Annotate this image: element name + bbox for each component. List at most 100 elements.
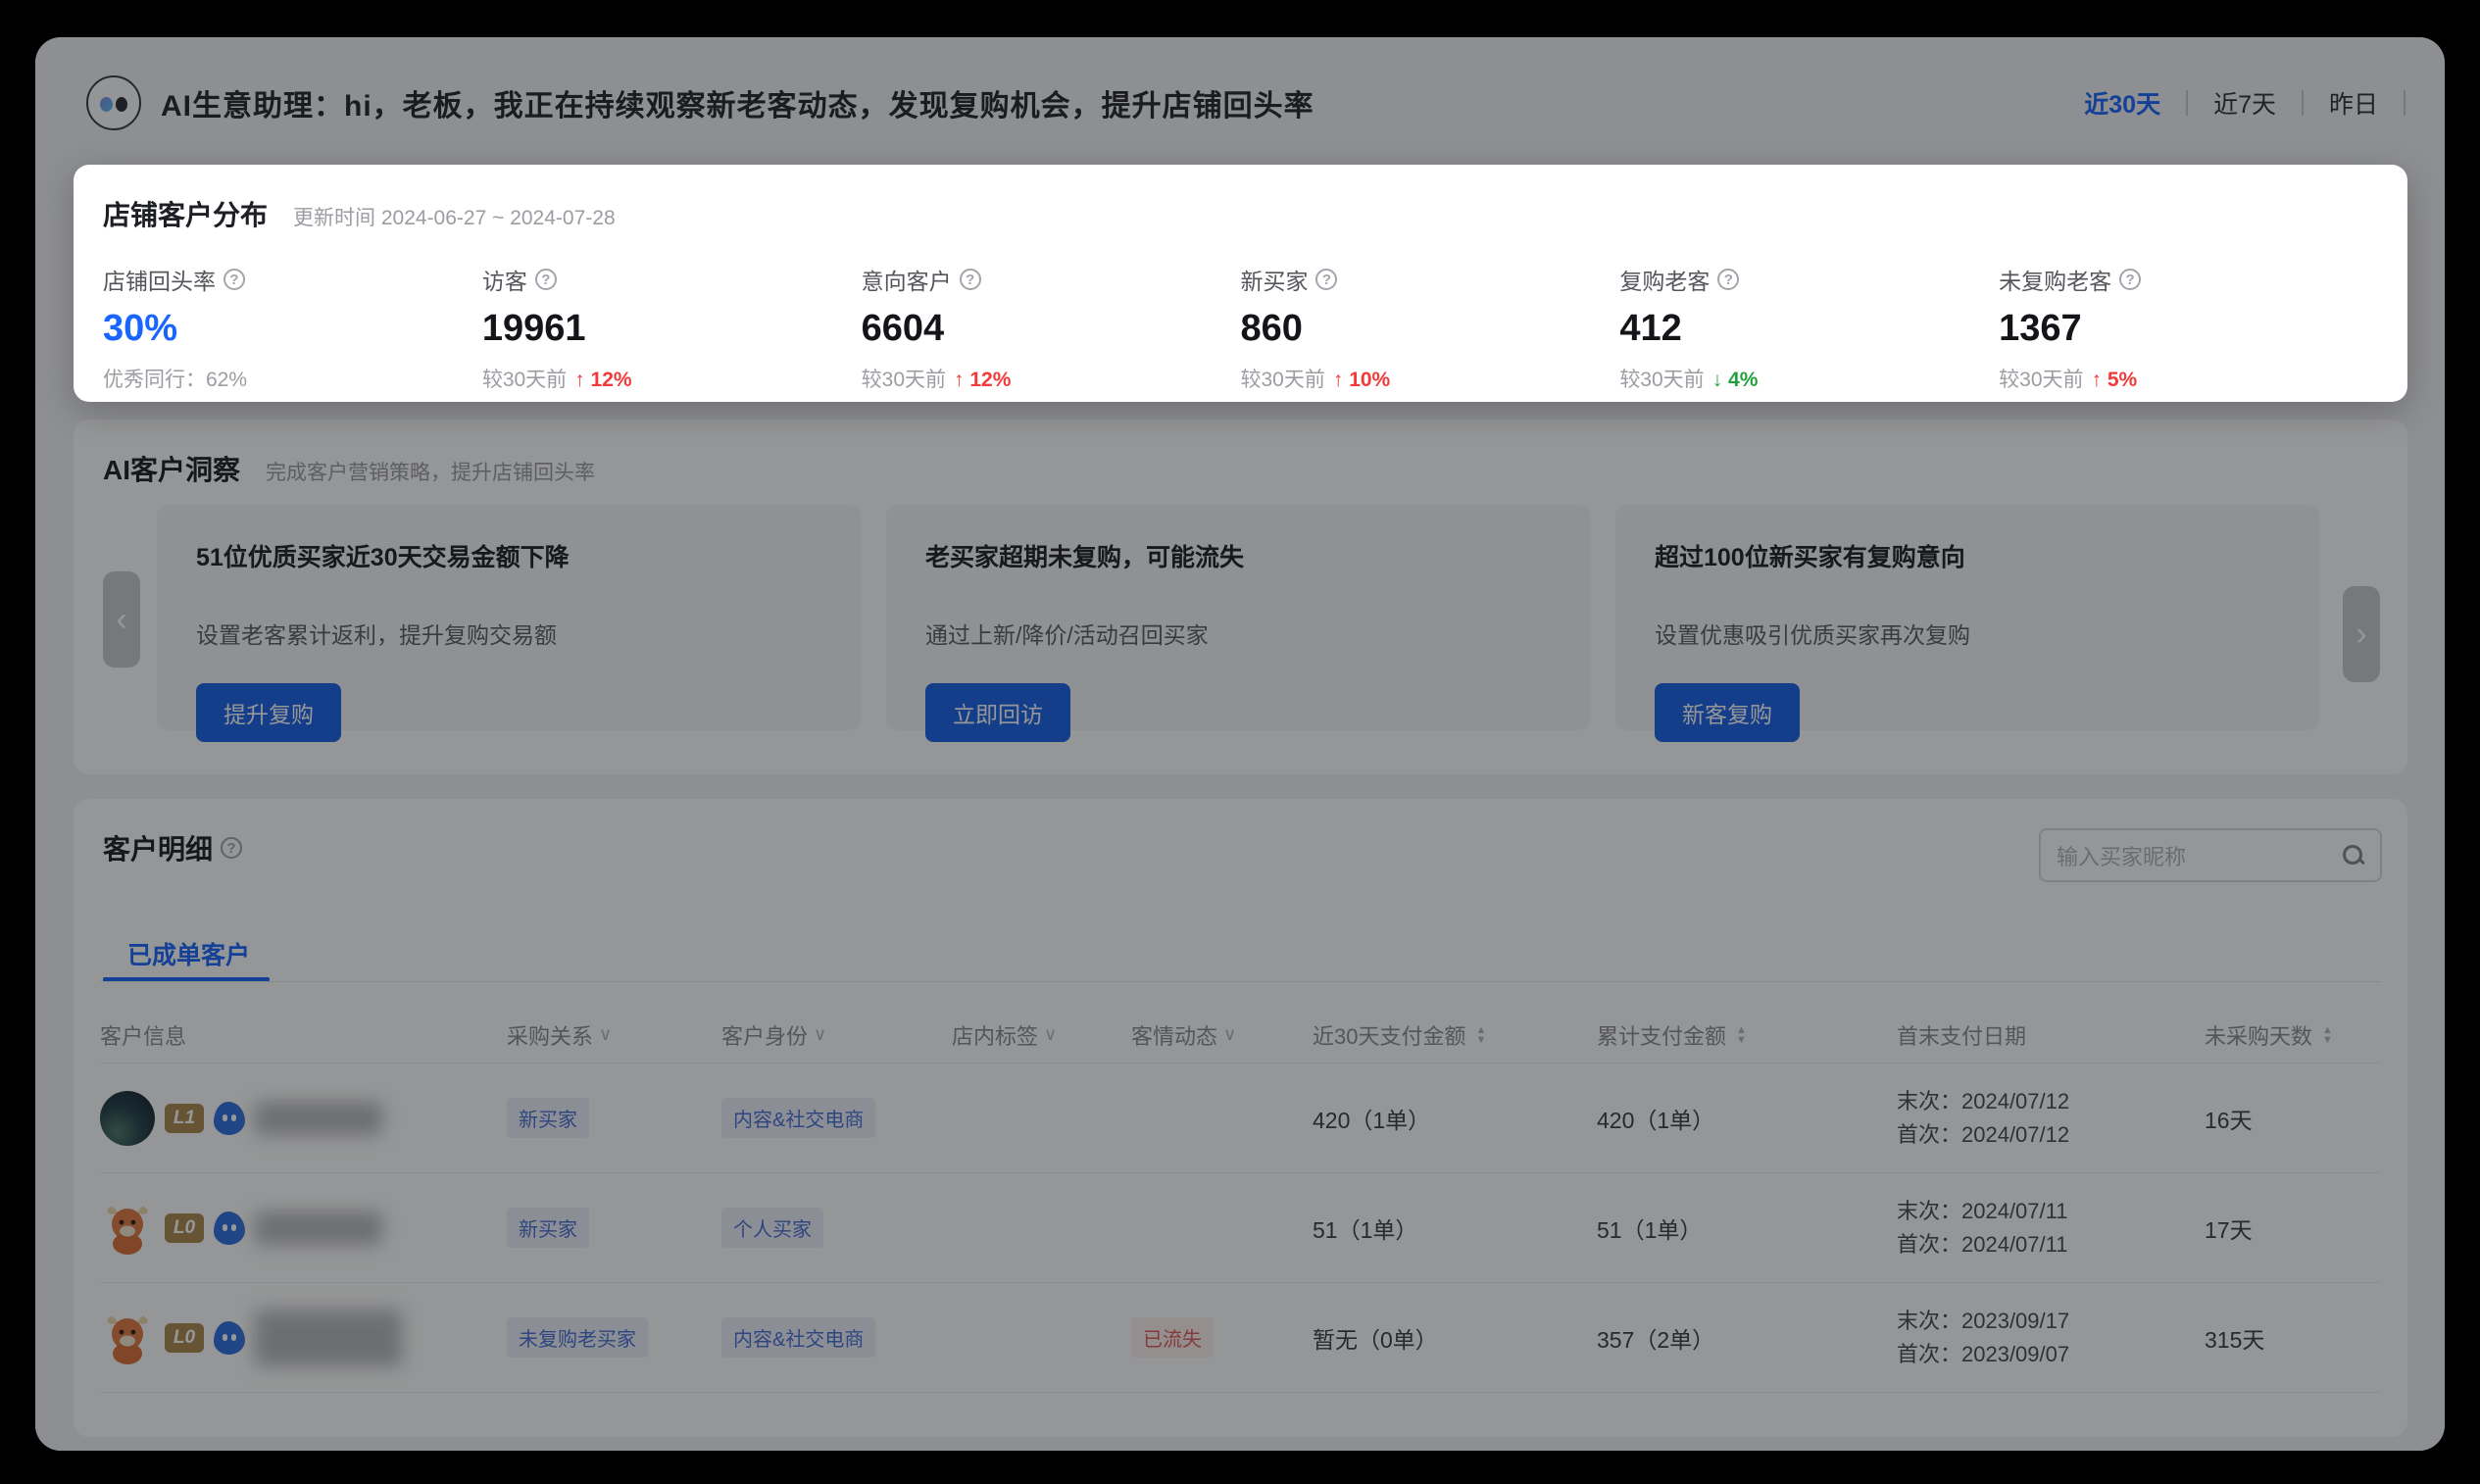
up-arrow-icon: ↑: [1333, 369, 1344, 391]
screen: AI生意助理：hi，老板，我正在持续观察新老客动态，发现复购机会，提升店铺回头率…: [0, 0, 2480, 1484]
insight-cards: 51位优质买家近30天交易金额下降 设置老客累计返利，提升复购交易额 提升复购 …: [157, 505, 2319, 730]
identity-cell: 个人买家: [721, 1208, 952, 1248]
pay-dates-cell: 末次：2024/07/11首次：2024/07/11: [1897, 1195, 2205, 1261]
chat-icon[interactable]: [214, 1212, 245, 1245]
col-customer-info: 客户信息: [100, 1019, 507, 1051]
chevron-down-icon: ∨: [1044, 1024, 1057, 1045]
app-window: AI生意助理：hi，老板，我正在持续观察新老客动态，发现复购机会，提升店铺回头率…: [35, 37, 2445, 1451]
insight-card-quality-buyers: 51位优质买家近30天交易金额下降 设置老客累计返利，提升复购交易额 提升复购: [157, 505, 861, 730]
up-arrow-icon: ↑: [574, 369, 585, 391]
metric-delta: 较30天前↑ 12%: [482, 364, 862, 393]
blurred-customer-name: [255, 1212, 382, 1245]
tab-last-7-days[interactable]: 近7天: [2188, 85, 2302, 121]
help-icon[interactable]: ?: [535, 269, 557, 290]
search-placeholder: 输入买家昵称: [2057, 840, 2343, 871]
metric-new-buyers: 新买家? 860 较30天前↑ 10%: [1240, 263, 1619, 393]
assistant-bar: AI生意助理：hi，老板，我正在持续观察新老客动态，发现复购机会，提升店铺回头率…: [86, 73, 2406, 133]
level-badge: L0: [165, 1213, 204, 1243]
metric-delta: 较30天前↑ 10%: [1240, 364, 1619, 393]
assistant-message: AI生意助理：hi，老板，我正在持续观察新老客动态，发现复购机会，提升店铺回头率: [161, 81, 1314, 124]
metric-value: 1367: [1999, 308, 2378, 350]
col-store-tag[interactable]: 店内标签∨: [952, 1019, 1131, 1051]
delta-up: ↑ 10%: [1333, 369, 1390, 391]
tab-ordered-customers[interactable]: 已成单客户: [127, 936, 250, 971]
metric-value: 860: [1240, 308, 1619, 350]
metric-label: 未复购老客: [1999, 263, 2111, 296]
days-cell: 17天: [2205, 1212, 2381, 1245]
insight-card-new-buyer-intent: 超过100位新买家有复购意向 设置优惠吸引优质买家再次复购 新客复购: [1615, 505, 2319, 730]
search-icon[interactable]: [2343, 845, 2364, 866]
up-arrow-icon: ↑: [2092, 369, 2103, 391]
col-pay-dates: 首末支付日期: [1897, 1019, 2205, 1051]
days-cell: 315天: [2205, 1321, 2381, 1355]
help-icon[interactable]: ?: [223, 269, 245, 290]
total-amount-cell: 420（1单）: [1597, 1102, 1897, 1135]
metric-label: 店铺回头率: [103, 263, 216, 296]
customer-info-cell: L0: [100, 1310, 507, 1366]
col-customer-identity[interactable]: 客户身份∨: [721, 1019, 952, 1051]
metric-label: 意向客户: [862, 263, 952, 296]
metric-delta: 较30天前↑ 12%: [862, 364, 1241, 393]
col-days-since-purchase[interactable]: 未采购天数▲▼: [2205, 1019, 2381, 1051]
insights-subtitle: 完成客户营销策略，提升店铺回头率: [266, 457, 595, 486]
recent-amount-cell: 51（1单）: [1313, 1212, 1597, 1245]
help-icon[interactable]: ?: [960, 269, 981, 290]
total-amount-cell: 51（1单）: [1597, 1212, 1897, 1245]
divider: [100, 981, 2381, 982]
churned-badge: 已流失: [1131, 1317, 1214, 1358]
new-customer-repurchase-button[interactable]: 新客复购: [1655, 683, 1800, 742]
table-header: 客户信息 采购关系∨ 客户身份∨ 店内标签∨ 客情动态∨ 近30天支付金额▲▼ …: [100, 1007, 2381, 1064]
sort-icon: ▲▼: [1736, 1025, 1747, 1045]
status-cell: 已流失: [1131, 1317, 1313, 1358]
help-icon[interactable]: ?: [1315, 269, 1337, 290]
date-range-tabs: 近30天 近7天 昨日: [2058, 85, 2406, 121]
carousel-next-icon[interactable]: ›: [2343, 586, 2380, 682]
col-customer-status[interactable]: 客情动态∨: [1131, 1019, 1313, 1051]
distribution-card: 店铺客户分布 更新时间 2024-06-27 ~ 2024-07-28 店铺回头…: [74, 165, 2407, 402]
chat-icon[interactable]: [214, 1102, 245, 1135]
metric-non-repeat-customers: 未复购老客? 1367 较30天前↑ 5%: [1999, 263, 2378, 393]
col-purchase-relation[interactable]: 采购关系∨: [507, 1019, 721, 1051]
pay-dates-cell: 末次：2024/07/12首次：2024/07/12: [1897, 1085, 2205, 1152]
metrics-row: 店铺回头率? 30% 优秀同行：62% 访客? 19961 较30天前↑ 12%…: [103, 263, 2378, 393]
customer-detail-title: 客户明细: [103, 828, 213, 867]
chat-icon[interactable]: [214, 1321, 245, 1355]
blurred-customer-name: [255, 1102, 382, 1135]
sort-icon: ▲▼: [1475, 1025, 1486, 1045]
help-icon[interactable]: ?: [221, 837, 242, 859]
customer-detail-card: 客户明细 ? 输入买家昵称 已成单客户 客户信息 采购关系∨ 客户身份∨ 店内标…: [74, 799, 2407, 1437]
tab-last-30-days[interactable]: 近30天: [2058, 85, 2186, 121]
boost-repurchase-button[interactable]: 提升复购: [196, 683, 341, 742]
insight-desc: 通过上新/降价/活动召回买家: [925, 617, 1551, 650]
insights-title: AI客户洞察: [103, 449, 240, 488]
tab-yesterday[interactable]: 昨日: [2304, 85, 2404, 121]
insight-title: 老买家超期未复购，可能流失: [925, 538, 1551, 573]
metric-visitors: 访客? 19961 较30天前↑ 12%: [482, 263, 862, 393]
carousel-prev-icon[interactable]: ‹: [103, 571, 140, 668]
level-badge: L1: [165, 1104, 204, 1133]
col-total-amount[interactable]: 累计支付金额▲▼: [1597, 1019, 1897, 1051]
table-row: L0 新买家 个人买家 51（1单） 51（1单） 末次：2024/07/11首…: [100, 1173, 2381, 1283]
delta-up: ↑ 5%: [2092, 369, 2138, 391]
metric-return-rate: 店铺回头率? 30% 优秀同行：62%: [103, 263, 482, 393]
purchase-relation-cell: 新买家: [507, 1098, 721, 1138]
revisit-now-button[interactable]: 立即回访: [925, 683, 1070, 742]
down-arrow-icon: ↓: [1712, 369, 1723, 391]
up-arrow-icon: ↑: [954, 369, 965, 391]
delta-up: ↑ 12%: [954, 369, 1011, 391]
table-row: L1 新买家 内容&社交电商 420（1单） 420（1单） 末次：2024/0…: [100, 1064, 2381, 1173]
customer-info-cell: L1: [100, 1091, 507, 1146]
delta-up: ↑ 12%: [574, 369, 631, 391]
col-recent-amount[interactable]: 近30天支付金额▲▼: [1313, 1019, 1597, 1051]
help-icon[interactable]: ?: [1717, 269, 1739, 290]
insight-title: 51位优质买家近30天交易金额下降: [196, 538, 821, 573]
purchase-relation-cell: 未复购老买家: [507, 1317, 721, 1358]
metric-intent-customers: 意向客户? 6604 较30天前↑ 12%: [862, 263, 1241, 393]
default-avatar-bull-icon: [100, 1201, 155, 1256]
buyer-search-input[interactable]: 输入买家昵称: [2039, 828, 2382, 882]
recent-amount-cell: 暂无（0单）: [1313, 1321, 1597, 1355]
help-icon[interactable]: ?: [2119, 269, 2141, 290]
chevron-down-icon: ∨: [599, 1024, 612, 1045]
metric-value: 19961: [482, 308, 862, 350]
insights-card: AI客户洞察 完成客户营销策略，提升店铺回头率 51位优质买家近30天交易金额下…: [74, 420, 2407, 774]
